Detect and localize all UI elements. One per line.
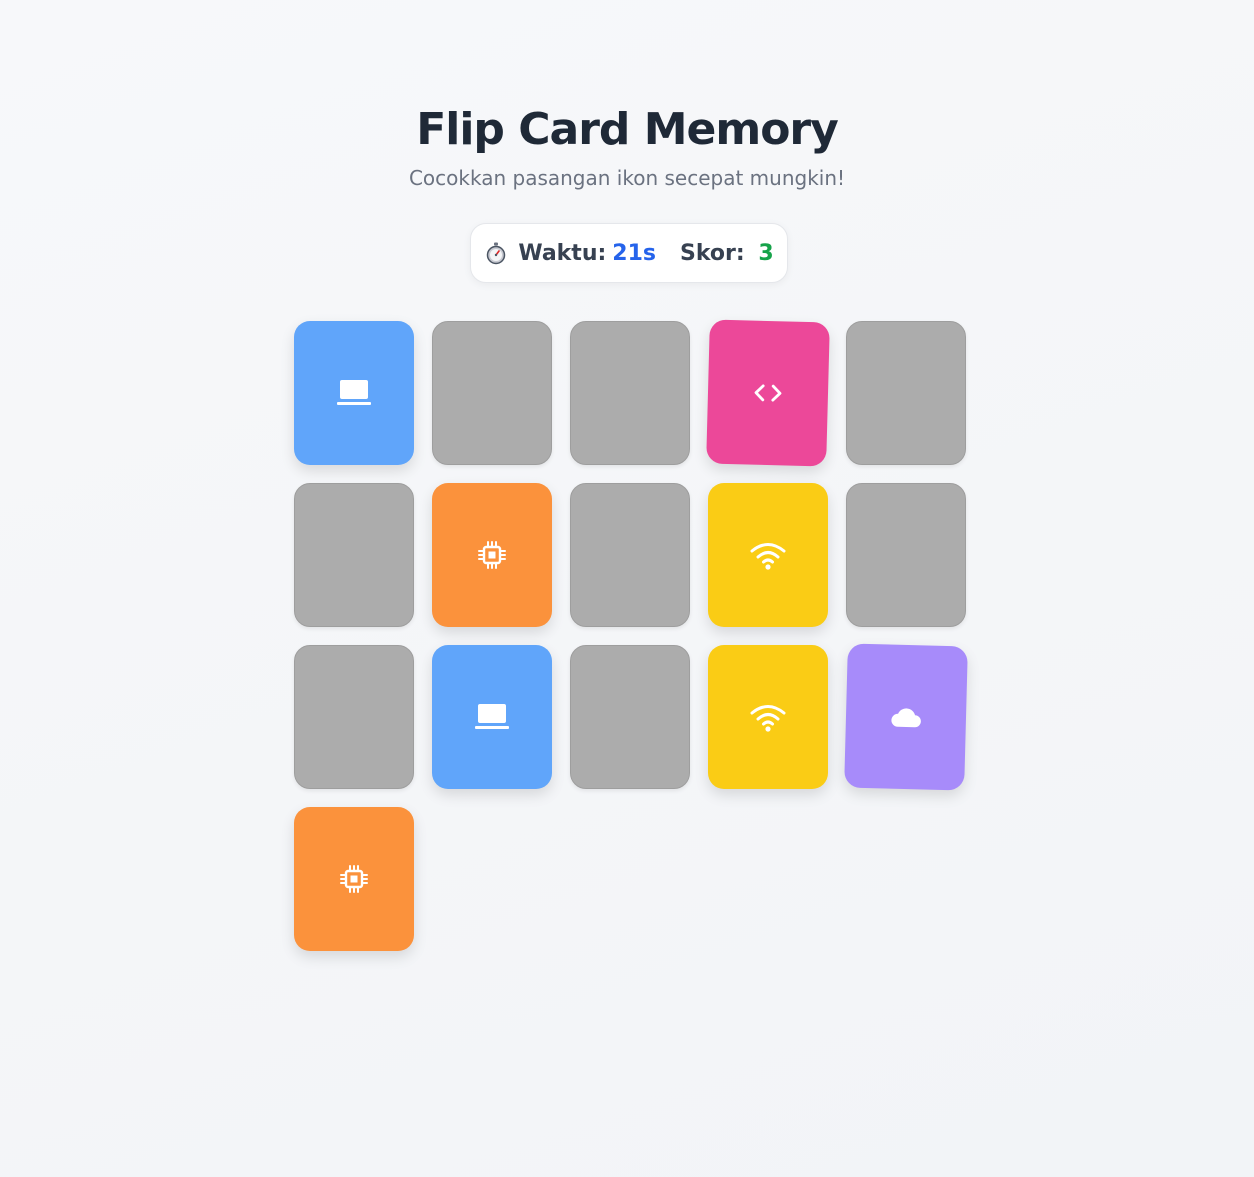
- laptop-icon: [336, 378, 372, 408]
- stats-panel: Waktu: 21s Skor: 3: [470, 223, 788, 283]
- stopwatch-icon: [484, 241, 508, 265]
- card-face-down[interactable]: [294, 645, 414, 789]
- card-face-down[interactable]: [294, 483, 414, 627]
- game-page: Flip Card Memory Cocokkan pasangan ikon …: [0, 0, 1254, 1177]
- card-chip[interactable]: [432, 483, 552, 627]
- laptop-icon: [474, 702, 510, 732]
- card-face-down[interactable]: [570, 483, 690, 627]
- card-face-down[interactable]: [846, 321, 966, 465]
- card-face-down[interactable]: [570, 645, 690, 789]
- card-cloud[interactable]: [844, 643, 968, 791]
- card-face-down[interactable]: [432, 321, 552, 465]
- card-laptop[interactable]: [294, 321, 414, 465]
- score-group: Skor: 3: [680, 241, 774, 266]
- wifi-icon: [749, 540, 787, 570]
- card-laptop[interactable]: [432, 645, 552, 789]
- cloud-icon: [889, 704, 924, 731]
- card-face-down[interactable]: [846, 483, 966, 627]
- card-wifi[interactable]: [708, 483, 828, 627]
- page-title: Flip Card Memory: [416, 104, 839, 155]
- card-code[interactable]: [706, 319, 830, 467]
- time-value: 21s: [612, 240, 656, 266]
- chip-icon: [477, 540, 507, 570]
- card-chip[interactable]: [294, 807, 414, 951]
- page-subtitle: Cocokkan pasangan ikon secepat mungkin!: [408, 166, 846, 190]
- card-face-down[interactable]: [570, 321, 690, 465]
- chip-icon: [339, 864, 369, 894]
- card-wifi[interactable]: [708, 645, 828, 789]
- time-label: Waktu:: [518, 240, 607, 266]
- score-label: Skor:: [680, 240, 745, 266]
- wifi-icon: [749, 702, 787, 732]
- score-value: 3: [758, 240, 774, 266]
- code-icon: [753, 382, 784, 405]
